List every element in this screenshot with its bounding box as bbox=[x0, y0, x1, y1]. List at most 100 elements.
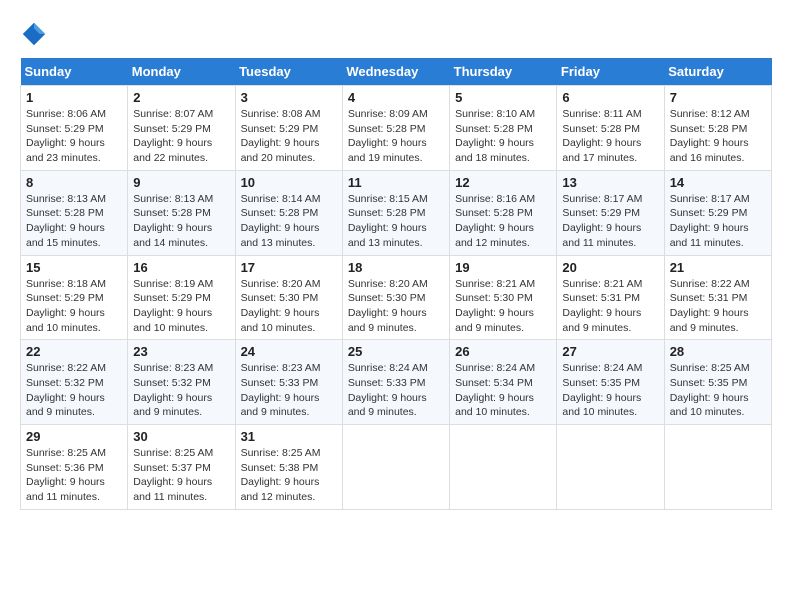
day-number: 23 bbox=[133, 344, 229, 359]
calendar-cell: 31 Sunrise: 8:25 AM Sunset: 5:38 PM Dayl… bbox=[235, 425, 342, 510]
calendar-week-3: 15 Sunrise: 8:18 AM Sunset: 5:29 PM Dayl… bbox=[21, 255, 772, 340]
day-number: 8 bbox=[26, 175, 122, 190]
day-daylight: Daylight: 9 hours and 9 minutes. bbox=[241, 392, 320, 419]
calendar-cell: 3 Sunrise: 8:08 AM Sunset: 5:29 PM Dayli… bbox=[235, 86, 342, 171]
day-number: 15 bbox=[26, 260, 122, 275]
day-sunset: Sunset: 5:29 PM bbox=[562, 207, 640, 219]
day-sunset: Sunset: 5:32 PM bbox=[133, 377, 211, 389]
day-daylight: Daylight: 9 hours and 19 minutes. bbox=[348, 137, 427, 164]
day-sunset: Sunset: 5:28 PM bbox=[348, 207, 426, 219]
day-sunrise: Sunrise: 8:16 AM bbox=[455, 193, 535, 205]
day-number: 1 bbox=[26, 90, 122, 105]
day-daylight: Daylight: 9 hours and 10 minutes. bbox=[455, 392, 534, 419]
day-number: 5 bbox=[455, 90, 551, 105]
day-number: 18 bbox=[348, 260, 444, 275]
day-daylight: Daylight: 9 hours and 10 minutes. bbox=[241, 307, 320, 334]
calendar-cell bbox=[557, 425, 664, 510]
day-sunset: Sunset: 5:30 PM bbox=[241, 292, 319, 304]
day-sunrise: Sunrise: 8:12 AM bbox=[670, 108, 750, 120]
day-daylight: Daylight: 9 hours and 10 minutes. bbox=[562, 392, 641, 419]
calendar-cell: 16 Sunrise: 8:19 AM Sunset: 5:29 PM Dayl… bbox=[128, 255, 235, 340]
day-daylight: Daylight: 9 hours and 14 minutes. bbox=[133, 222, 212, 249]
day-daylight: Daylight: 9 hours and 9 minutes. bbox=[670, 307, 749, 334]
day-daylight: Daylight: 9 hours and 9 minutes. bbox=[455, 307, 534, 334]
day-daylight: Daylight: 9 hours and 23 minutes. bbox=[26, 137, 105, 164]
day-number: 27 bbox=[562, 344, 658, 359]
day-daylight: Daylight: 9 hours and 9 minutes. bbox=[26, 392, 105, 419]
calendar-week-2: 8 Sunrise: 8:13 AM Sunset: 5:28 PM Dayli… bbox=[21, 170, 772, 255]
day-sunrise: Sunrise: 8:20 AM bbox=[348, 278, 428, 290]
day-sunset: Sunset: 5:30 PM bbox=[455, 292, 533, 304]
header-day-monday: Monday bbox=[128, 58, 235, 86]
day-sunrise: Sunrise: 8:19 AM bbox=[133, 278, 213, 290]
calendar-cell: 17 Sunrise: 8:20 AM Sunset: 5:30 PM Dayl… bbox=[235, 255, 342, 340]
day-sunset: Sunset: 5:29 PM bbox=[133, 123, 211, 135]
day-number: 29 bbox=[26, 429, 122, 444]
calendar-table: SundayMondayTuesdayWednesdayThursdayFrid… bbox=[20, 58, 772, 510]
day-sunrise: Sunrise: 8:21 AM bbox=[562, 278, 642, 290]
day-sunrise: Sunrise: 8:06 AM bbox=[26, 108, 106, 120]
day-sunrise: Sunrise: 8:25 AM bbox=[133, 447, 213, 459]
day-sunrise: Sunrise: 8:24 AM bbox=[348, 362, 428, 374]
header-day-sunday: Sunday bbox=[21, 58, 128, 86]
day-daylight: Daylight: 9 hours and 11 minutes. bbox=[133, 476, 212, 503]
day-daylight: Daylight: 9 hours and 11 minutes. bbox=[670, 222, 749, 249]
day-sunrise: Sunrise: 8:14 AM bbox=[241, 193, 321, 205]
day-sunrise: Sunrise: 8:20 AM bbox=[241, 278, 321, 290]
day-sunrise: Sunrise: 8:07 AM bbox=[133, 108, 213, 120]
day-daylight: Daylight: 9 hours and 13 minutes. bbox=[348, 222, 427, 249]
day-sunset: Sunset: 5:30 PM bbox=[348, 292, 426, 304]
calendar-cell bbox=[664, 425, 771, 510]
day-sunrise: Sunrise: 8:24 AM bbox=[455, 362, 535, 374]
day-sunrise: Sunrise: 8:09 AM bbox=[348, 108, 428, 120]
day-sunset: Sunset: 5:28 PM bbox=[26, 207, 104, 219]
calendar-header: SundayMondayTuesdayWednesdayThursdayFrid… bbox=[21, 58, 772, 86]
day-sunrise: Sunrise: 8:10 AM bbox=[455, 108, 535, 120]
day-daylight: Daylight: 9 hours and 16 minutes. bbox=[670, 137, 749, 164]
day-sunrise: Sunrise: 8:25 AM bbox=[670, 362, 750, 374]
day-sunset: Sunset: 5:29 PM bbox=[133, 292, 211, 304]
day-sunrise: Sunrise: 8:13 AM bbox=[26, 193, 106, 205]
day-sunset: Sunset: 5:29 PM bbox=[670, 207, 748, 219]
day-sunset: Sunset: 5:34 PM bbox=[455, 377, 533, 389]
day-sunset: Sunset: 5:28 PM bbox=[455, 123, 533, 135]
calendar-cell: 27 Sunrise: 8:24 AM Sunset: 5:35 PM Dayl… bbox=[557, 340, 664, 425]
calendar-cell: 22 Sunrise: 8:22 AM Sunset: 5:32 PM Dayl… bbox=[21, 340, 128, 425]
day-number: 31 bbox=[241, 429, 337, 444]
calendar-cell: 26 Sunrise: 8:24 AM Sunset: 5:34 PM Dayl… bbox=[450, 340, 557, 425]
calendar-cell: 14 Sunrise: 8:17 AM Sunset: 5:29 PM Dayl… bbox=[664, 170, 771, 255]
calendar-cell: 30 Sunrise: 8:25 AM Sunset: 5:37 PM Dayl… bbox=[128, 425, 235, 510]
day-number: 13 bbox=[562, 175, 658, 190]
calendar-cell: 10 Sunrise: 8:14 AM Sunset: 5:28 PM Dayl… bbox=[235, 170, 342, 255]
day-sunrise: Sunrise: 8:17 AM bbox=[562, 193, 642, 205]
day-sunset: Sunset: 5:37 PM bbox=[133, 462, 211, 474]
day-sunset: Sunset: 5:35 PM bbox=[562, 377, 640, 389]
day-number: 2 bbox=[133, 90, 229, 105]
day-daylight: Daylight: 9 hours and 11 minutes. bbox=[562, 222, 641, 249]
day-daylight: Daylight: 9 hours and 11 minutes. bbox=[26, 476, 105, 503]
day-sunset: Sunset: 5:29 PM bbox=[241, 123, 319, 135]
day-sunset: Sunset: 5:28 PM bbox=[562, 123, 640, 135]
day-daylight: Daylight: 9 hours and 18 minutes. bbox=[455, 137, 534, 164]
day-number: 3 bbox=[241, 90, 337, 105]
calendar-cell: 23 Sunrise: 8:23 AM Sunset: 5:32 PM Dayl… bbox=[128, 340, 235, 425]
day-sunset: Sunset: 5:32 PM bbox=[26, 377, 104, 389]
calendar-cell: 12 Sunrise: 8:16 AM Sunset: 5:28 PM Dayl… bbox=[450, 170, 557, 255]
day-sunrise: Sunrise: 8:13 AM bbox=[133, 193, 213, 205]
day-number: 9 bbox=[133, 175, 229, 190]
logo-icon bbox=[20, 20, 48, 48]
calendar-week-4: 22 Sunrise: 8:22 AM Sunset: 5:32 PM Dayl… bbox=[21, 340, 772, 425]
day-sunrise: Sunrise: 8:08 AM bbox=[241, 108, 321, 120]
day-sunrise: Sunrise: 8:17 AM bbox=[670, 193, 750, 205]
day-sunrise: Sunrise: 8:21 AM bbox=[455, 278, 535, 290]
day-sunset: Sunset: 5:33 PM bbox=[241, 377, 319, 389]
day-number: 11 bbox=[348, 175, 444, 190]
logo bbox=[20, 20, 52, 48]
calendar-cell: 11 Sunrise: 8:15 AM Sunset: 5:28 PM Dayl… bbox=[342, 170, 449, 255]
day-number: 20 bbox=[562, 260, 658, 275]
day-sunset: Sunset: 5:28 PM bbox=[241, 207, 319, 219]
header-day-saturday: Saturday bbox=[664, 58, 771, 86]
day-sunset: Sunset: 5:38 PM bbox=[241, 462, 319, 474]
calendar-cell: 29 Sunrise: 8:25 AM Sunset: 5:36 PM Dayl… bbox=[21, 425, 128, 510]
day-number: 17 bbox=[241, 260, 337, 275]
